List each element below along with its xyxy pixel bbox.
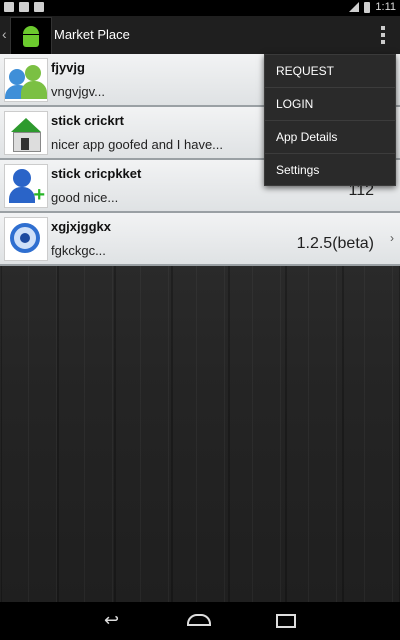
- app-description: vngvjgv...: [51, 84, 105, 99]
- back-icon[interactable]: ↩: [104, 610, 119, 631]
- app-description: fgkckgc...: [51, 243, 106, 258]
- status-bar: 1:11: [0, 0, 400, 16]
- wood-background: [0, 260, 400, 602]
- battery-icon: [364, 1, 371, 13]
- menu-item-settings[interactable]: Settings: [265, 154, 395, 186]
- users-icon: [4, 58, 48, 102]
- house-icon: [4, 111, 48, 155]
- overflow-menu-icon[interactable]: [380, 26, 386, 44]
- store-notification-icon: [34, 2, 44, 12]
- app-description: nicer app goofed and I have...: [51, 137, 224, 152]
- sync-icon: [4, 217, 48, 261]
- add-user-icon: +: [4, 164, 48, 208]
- signal-icon: [349, 2, 360, 12]
- app-name: xgjxjggkx: [51, 219, 111, 234]
- home-icon[interactable]: [187, 614, 211, 626]
- app-name: stick crickrt: [51, 113, 124, 128]
- menu-item-app-details[interactable]: App Details: [265, 121, 395, 154]
- android-icon[interactable]: [10, 17, 52, 55]
- recents-icon[interactable]: [276, 614, 296, 628]
- app-name: fjyvjg: [51, 60, 85, 75]
- app-version: 1.2.5(beta): [296, 235, 374, 252]
- image-notification-icon: [4, 2, 14, 12]
- menu-item-request[interactable]: REQUEST: [265, 55, 395, 88]
- chevron-right-icon: ›: [390, 231, 394, 245]
- app-name: stick cricpkket: [51, 166, 142, 181]
- menu-item-login[interactable]: LOGIN: [265, 88, 395, 121]
- page-title: Market Place: [54, 27, 130, 42]
- app-description: good nice...: [51, 190, 119, 205]
- chevron-left-icon[interactable]: ‹: [2, 26, 7, 42]
- action-bar: ‹ Market Place: [0, 16, 400, 55]
- list-item[interactable]: xgjxjggkx fgkckgc... 1.2.5(beta) ›: [0, 213, 400, 266]
- bag-notification-icon: [19, 2, 29, 12]
- overflow-popup-menu: REQUEST LOGIN App Details Settings: [264, 54, 396, 186]
- navigation-bar: ↩: [0, 602, 400, 640]
- status-time: 1:11: [375, 1, 396, 13]
